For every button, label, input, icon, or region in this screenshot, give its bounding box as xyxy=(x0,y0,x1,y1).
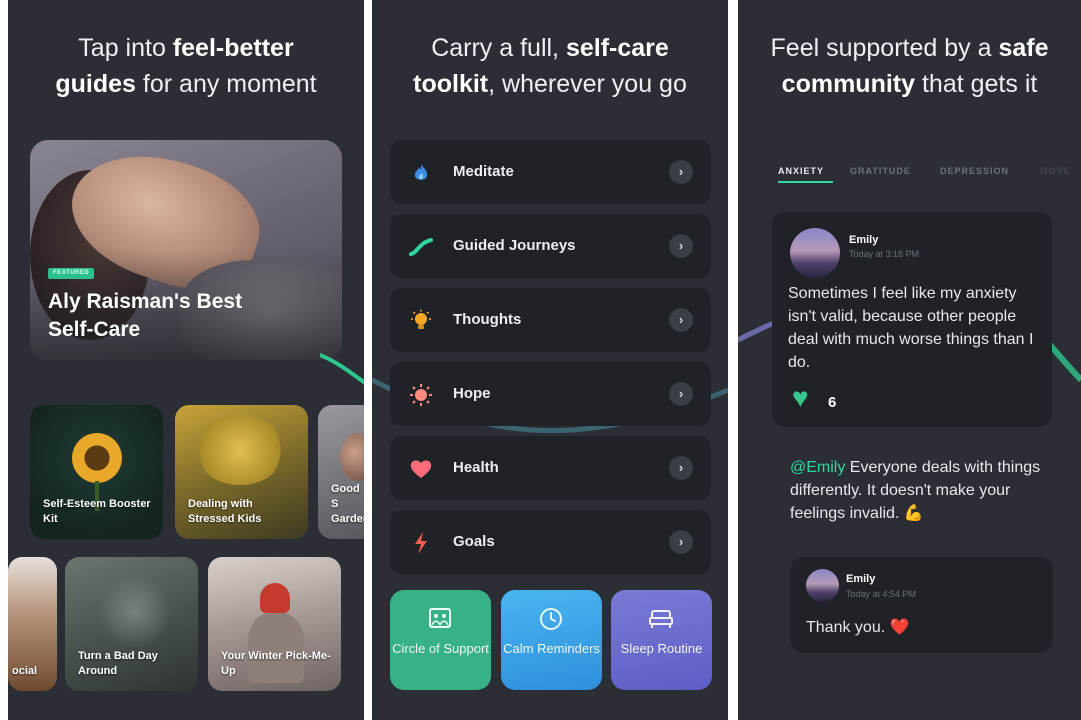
tile-label: Circle of Support xyxy=(392,641,489,656)
screen-toolkit: Carry a full, self-care toolkit, whereve… xyxy=(372,0,728,720)
decorative-wave xyxy=(320,353,364,385)
guide-card[interactable]: Good S Garden xyxy=(318,405,364,539)
tile-sleep-routine[interactable]: Sleep Routine xyxy=(611,590,712,690)
guide-card-label: Self-Esteem Booster Kit xyxy=(43,498,151,525)
tab-anxiety[interactable]: ANXIETY xyxy=(778,166,824,176)
featured-title: Aly Raisman's Best Self-Care xyxy=(48,290,243,341)
reply-username[interactable]: Emily xyxy=(846,573,875,585)
post-text: Sometimes I feel like my anxiety isn't v… xyxy=(788,285,1034,371)
menu-item-label: Health xyxy=(453,459,499,476)
autumn-tree-image xyxy=(195,415,285,485)
lightning-icon xyxy=(408,530,434,556)
headline-community: Feel supported by a safe community that … xyxy=(770,34,1049,98)
lightbulb-icon xyxy=(408,308,434,334)
guide-card[interactable]: Your Winter Pick-Me-Up xyxy=(208,557,341,691)
chevron-right-icon: › xyxy=(669,382,693,406)
guide-card[interactable]: Dealing with Stressed Kids xyxy=(175,405,308,539)
winter-hat-image xyxy=(260,583,290,613)
menu-item-hope[interactable]: Hope › xyxy=(390,362,711,426)
flame-icon xyxy=(408,160,434,186)
reply-timestamp: Today at 4:54 PM xyxy=(846,589,917,599)
guide-card[interactable]: Self-Esteem Booster Kit xyxy=(30,405,163,539)
featured-card[interactable]: FEATURED Aly Raisman's Best Self-Care xyxy=(30,140,342,360)
menu-item-label: Guided Journeys xyxy=(453,237,576,254)
rainy-window-image xyxy=(95,577,175,647)
menu-item-label: Meditate xyxy=(453,163,514,180)
tile-label: Sleep Routine xyxy=(620,641,703,656)
guide-card-label: ocial xyxy=(12,665,38,677)
tab-move[interactable]: MOVE xyxy=(1040,166,1071,176)
topic-tabs: ANXIETY GRATITUDE DEPRESSION MOVE xyxy=(778,166,1081,188)
avatar[interactable] xyxy=(790,228,840,278)
post-username[interactable]: Emily xyxy=(849,234,878,246)
chevron-right-icon: › xyxy=(669,234,693,258)
menu-item-label: Thoughts xyxy=(453,311,522,328)
guide-card[interactable]: ocial xyxy=(8,557,57,691)
community-post[interactable]: Emily Today at 3:18 PM Sometimes I feel … xyxy=(772,212,1052,427)
avatar[interactable] xyxy=(806,569,839,602)
reply-comment: @Emily Everyone deals with things differ… xyxy=(790,456,1050,525)
chevron-right-icon: › xyxy=(669,308,693,332)
chevron-right-icon: › xyxy=(669,160,693,184)
tile-calm-reminders[interactable]: Calm Reminders xyxy=(501,590,602,690)
guide-card-label: Dealing with Stressed Kids xyxy=(188,498,262,525)
tile-label: Calm Reminders xyxy=(503,641,600,656)
sunflower-image xyxy=(72,433,122,483)
tab-depression[interactable]: DEPRESSION xyxy=(940,166,1009,176)
menu-item-label: Hope xyxy=(453,385,491,402)
tile-circle-of-support[interactable]: Circle of Support xyxy=(390,590,491,690)
sun-icon xyxy=(408,382,434,408)
active-tab-indicator xyxy=(778,181,833,183)
screen-community: Feel supported by a safe community that … xyxy=(738,0,1081,720)
portrait-image xyxy=(340,433,364,481)
screen-guides: Tap into feel-better guides for any mome… xyxy=(8,0,364,720)
heart-icon xyxy=(408,456,434,482)
user-mention-link[interactable]: @Emily xyxy=(790,459,845,476)
photo-frame-icon xyxy=(429,608,451,628)
chevron-right-icon: › xyxy=(669,530,693,554)
post-timestamp: Today at 3:18 PM xyxy=(849,249,920,259)
guide-card-label: Good S Garden xyxy=(331,483,364,525)
tab-gratitude[interactable]: GRATITUDE xyxy=(850,166,911,176)
bed-icon xyxy=(649,610,673,628)
menu-item-thoughts[interactable]: Thoughts › xyxy=(390,288,711,352)
guide-card-label: Turn a Bad Day Around xyxy=(78,650,158,677)
headline-toolkit: Carry a full, self-care toolkit, whereve… xyxy=(413,34,687,98)
chevron-right-icon: › xyxy=(669,456,693,480)
reply-bubble[interactable]: Emily Today at 4:54 PM Thank you. ❤️ xyxy=(790,557,1053,653)
menu-item-health[interactable]: Health › xyxy=(390,436,711,500)
like-count: 6 xyxy=(828,394,837,411)
reply-bubble-text: Thank you. ❤️ xyxy=(806,619,910,636)
heart-icon[interactable]: ♥ xyxy=(792,384,809,412)
menu-item-goals[interactable]: Goals › xyxy=(390,510,711,574)
featured-badge: FEATURED xyxy=(48,268,95,279)
headline-guides: Tap into feel-better guides for any mome… xyxy=(55,34,317,98)
path-icon xyxy=(408,234,434,260)
guide-card-label: Your Winter Pick-Me-Up xyxy=(221,650,331,677)
menu-item-meditate[interactable]: Meditate › xyxy=(390,140,711,204)
clock-icon xyxy=(540,608,562,630)
menu-item-label: Goals xyxy=(453,533,495,550)
menu-item-guided-journeys[interactable]: Guided Journeys › xyxy=(390,214,711,278)
guide-card[interactable]: Turn a Bad Day Around xyxy=(65,557,198,691)
